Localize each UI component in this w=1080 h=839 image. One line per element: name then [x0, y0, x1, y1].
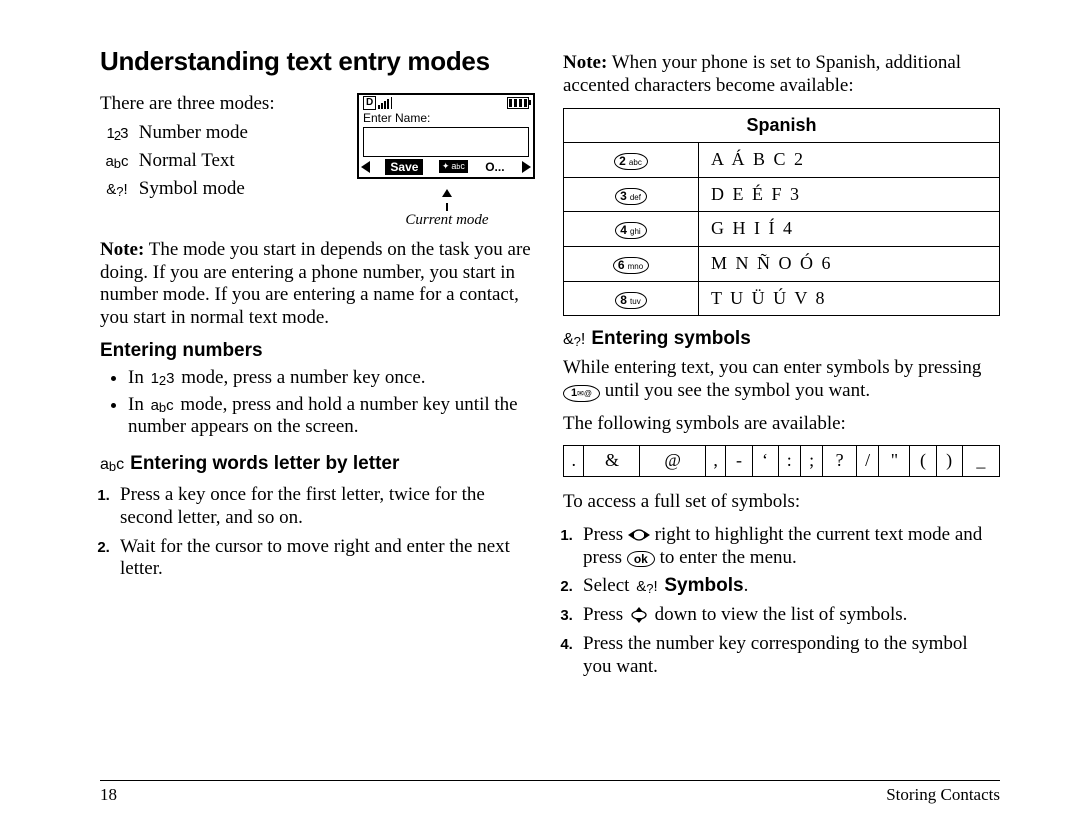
table-row: 6 mno M N Ñ O Ó 6: [564, 246, 1000, 281]
symbol-cell: ;: [800, 446, 822, 477]
symbols-intro: While entering text, you can enter symbo…: [563, 357, 1000, 403]
list-item: In abc mode, press and hold a number key…: [128, 394, 537, 440]
symbol-cell: ,: [705, 446, 725, 477]
save-softkey: Save: [385, 159, 423, 175]
symbol-mode-label: Symbol mode: [139, 178, 245, 199]
number-mode-label: Number mode: [139, 122, 248, 143]
left-column: Understanding text entry modes There are…: [100, 46, 537, 685]
symbol-mode-icon: &?!: [100, 181, 134, 200]
pointer-arrow-icon: [442, 189, 452, 197]
number-mode-icon: 123: [149, 370, 177, 387]
battery-icon: [507, 97, 529, 109]
entering-symbols-heading: Entering symbols: [591, 328, 750, 351]
section-name: Storing Contacts: [886, 785, 1000, 805]
page-number: 18: [100, 785, 117, 805]
normal-mode-label: Normal Text: [139, 150, 235, 171]
nav-left-right-icon: [628, 527, 650, 543]
access-symbols-steps: Press right to highlight the current tex…: [577, 524, 1000, 679]
status-d-icon: D: [363, 96, 376, 110]
key-3-icon: 3 def: [615, 188, 647, 205]
phone-screen-illustration: D Enter Name: Save: [357, 93, 537, 229]
current-mode-caption: Current mode: [357, 211, 537, 229]
page-footer: 18 Storing Contacts: [100, 780, 1000, 805]
key-2-icon: 2 abc: [614, 153, 648, 170]
symbol-cell: .: [564, 446, 584, 477]
normal-mode-icon: abc: [100, 153, 134, 172]
symbol-cell: _: [962, 446, 999, 477]
number-mode-icon: 123: [100, 125, 134, 144]
name-input-box: [363, 127, 529, 157]
list-item: Press down to view the list of symbols.: [577, 604, 1000, 627]
entering-numbers-heading: Entering numbers: [100, 340, 537, 363]
nav-up-down-icon: [628, 607, 650, 623]
left-arrow-icon: [361, 161, 370, 173]
list-item: Press a key once for the first letter, t…: [114, 484, 537, 530]
ok-button-icon: ok: [627, 551, 655, 567]
table-row: 2 abc A Á B C 2: [564, 143, 1000, 178]
spanish-table: Spanish 2 abc A Á B C 2 3 def D E É F 3 …: [563, 108, 1000, 317]
right-softkey: O...: [483, 160, 506, 174]
page-title: Understanding text entry modes: [100, 46, 537, 77]
table-row: 3 def D E É F 3: [564, 177, 1000, 212]
key-6-icon: 6 mno: [613, 257, 649, 274]
symbols-available-label: The following symbols are available:: [563, 413, 1000, 436]
symbol-cell: &: [584, 446, 640, 477]
symbol-cell: :: [778, 446, 800, 477]
mode-softkey-icon: ✦abc: [439, 160, 468, 173]
list-item: Press the number key corresponding to th…: [577, 633, 1000, 679]
symbol-mode-icon: &?!: [563, 330, 585, 350]
key-4-icon: 4 ghi: [615, 222, 646, 239]
entering-numbers-list: In 123 mode, press a number key once. In…: [128, 367, 537, 439]
symbol-mode-icon: &?!: [634, 578, 659, 595]
table-row: 8 tuv T U Ü Ú V 8: [564, 281, 1000, 316]
symbol-cell: (: [910, 446, 936, 477]
normal-mode-icon: abc: [100, 455, 124, 475]
symbol-cell: ‘: [752, 446, 778, 477]
symbol-cell: @: [640, 446, 706, 477]
enter-name-label: Enter Name:: [359, 111, 533, 125]
symbol-cell: ?: [823, 446, 857, 477]
intro-line: There are three modes:: [100, 93, 341, 116]
symbol-cell: ": [879, 446, 910, 477]
symbols-table: . & @ , - ‘ : ; ? / " ( ) _: [563, 445, 1000, 477]
key-8-icon: 8 tuv: [615, 292, 646, 309]
key-1-icon: 1✉@: [563, 385, 600, 402]
modes-list: There are three modes: 123 Number mode a…: [100, 93, 341, 205]
list-item: Wait for the cursor to move right and en…: [114, 536, 537, 582]
spanish-note: Note: When your phone is set to Spanish,…: [563, 52, 1000, 98]
entering-words-heading: Entering words letter by letter: [130, 453, 399, 476]
symbol-cell: /: [856, 446, 878, 477]
entering-words-steps: Press a key once for the first letter, t…: [114, 484, 537, 581]
list-item: In 123 mode, press a number key once.: [128, 367, 537, 390]
symbol-cell: -: [726, 446, 752, 477]
list-item: Select &?! Symbols.: [577, 575, 1000, 598]
spanish-table-header: Spanish: [564, 108, 1000, 143]
access-full-symbols-label: To access a full set of symbols:: [563, 491, 1000, 514]
signal-bars-icon: [378, 97, 392, 109]
symbol-cell: ): [936, 446, 962, 477]
list-item: Press right to highlight the current tex…: [577, 524, 1000, 570]
note-paragraph: Note: The mode you start in depends on t…: [100, 239, 537, 330]
right-arrow-icon: [522, 161, 531, 173]
right-column: Note: When your phone is set to Spanish,…: [563, 46, 1000, 685]
table-row: 4 ghi G H I Í 4: [564, 212, 1000, 247]
normal-mode-icon: abc: [149, 397, 176, 414]
